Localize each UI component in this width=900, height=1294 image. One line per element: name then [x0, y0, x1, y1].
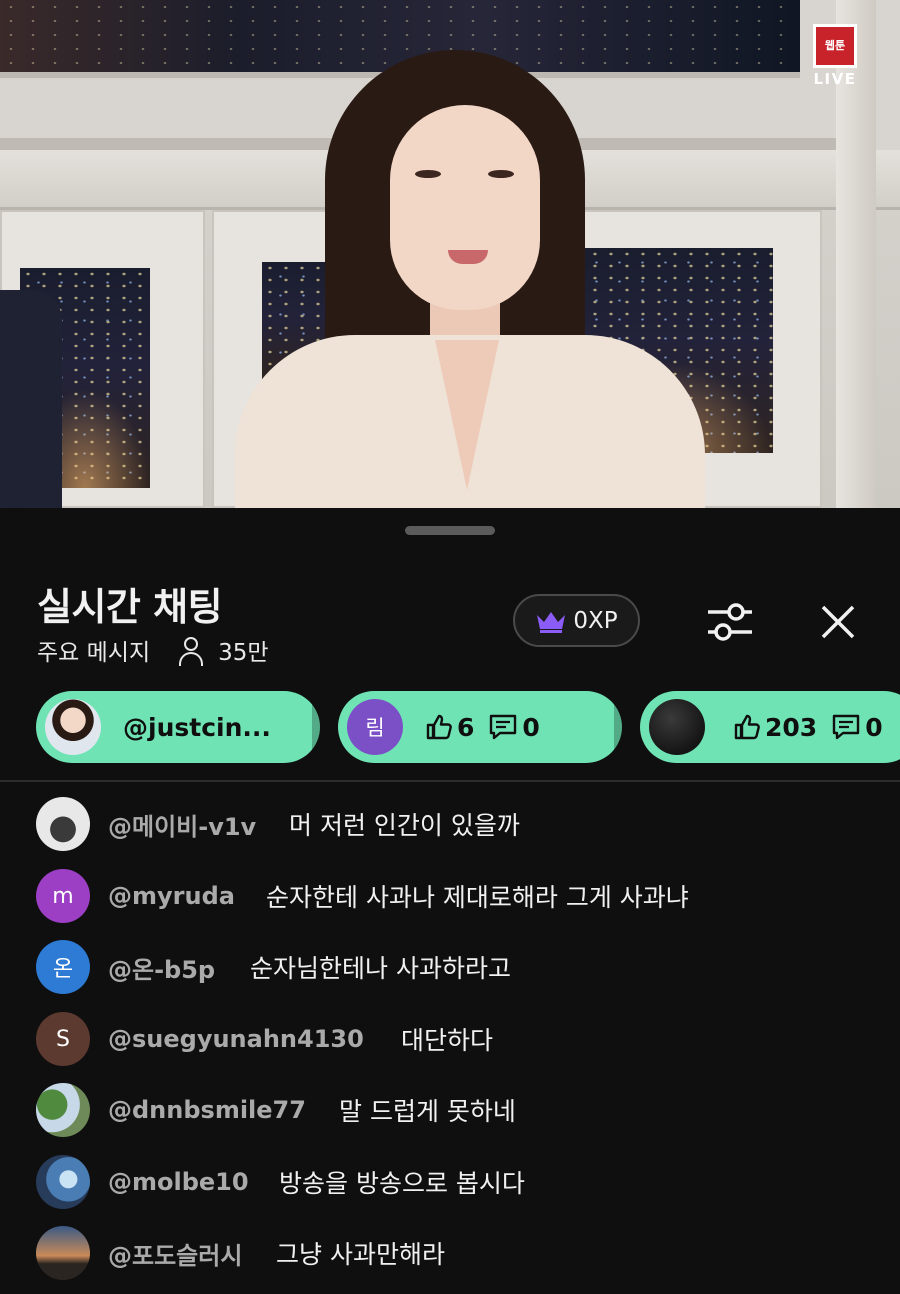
avatar: 림	[347, 699, 403, 755]
message-author[interactable]: @molbe10	[108, 1168, 249, 1196]
channel-logo-seal: 웹툰	[813, 24, 857, 68]
thumbs-up-icon	[426, 714, 452, 740]
message-author[interactable]: @suegyunahn4130	[108, 1025, 364, 1053]
thumbs-up-icon	[734, 714, 760, 740]
chat-title: 실시간 채팅	[37, 585, 223, 629]
viewer-count: 35만	[218, 640, 269, 666]
live-label: LIVE	[813, 70, 857, 88]
chat-message[interactable]: m @myruda 순자한테 사과나 제대로해라 그게 사과냐	[0, 866, 900, 926]
comment-icon	[490, 714, 517, 740]
message-text: 순자한테 사과나 제대로해라 그게 사과냐	[266, 883, 689, 912]
avatar	[649, 699, 705, 755]
message-text: 그냥 사과만해라	[276, 1240, 445, 1269]
chat-message[interactable]: @dnnbsmile77 말 드럽게 못하네	[0, 1080, 900, 1140]
avatar	[36, 797, 90, 851]
message-author[interactable]: @온-b5p	[108, 950, 215, 985]
chat-mode-dropdown[interactable]: 주요 메시지	[37, 633, 150, 667]
avatar: S	[36, 1012, 90, 1066]
avatar	[45, 699, 101, 755]
chat-message[interactable]: @molbe10 방송을 방송으로 봅시다	[0, 1152, 900, 1212]
like-count: 203	[733, 713, 817, 742]
xp-value: 0XP	[573, 607, 618, 634]
pinned-chips-row: @justcin... 림 6 0 203 0	[0, 691, 900, 765]
chat-message[interactable]: @포도슬러시 그냥 사과만해라	[0, 1223, 900, 1283]
message-author[interactable]: @포도슬러시	[108, 1236, 242, 1271]
sliders-icon	[708, 603, 752, 641]
reply-count: 0	[831, 713, 883, 742]
message-text: 순자님한테나 사과하라고	[250, 954, 511, 983]
close-chat-button[interactable]	[810, 594, 866, 650]
crown-icon	[537, 611, 566, 633]
channel-live-logo: 웹툰 LIVE	[812, 24, 858, 88]
chat-subtitle: 주요 메시지 35만	[37, 633, 269, 667]
xp-button[interactable]: 0XP	[513, 594, 640, 647]
message-author[interactable]: @메이비-v1v	[108, 807, 256, 842]
guest-shoulder	[0, 290, 62, 508]
filter-settings-button[interactable]	[702, 594, 758, 650]
chat-message[interactable]: @메이비-v1v 머 저런 인간이 있을까	[0, 794, 900, 854]
chat-message[interactable]: S @suegyunahn4130 대단하다	[0, 1009, 900, 1069]
reply-count: 0	[488, 713, 540, 742]
live-video-player[interactable]: 웹툰 LIVE	[0, 0, 900, 508]
message-author[interactable]: @dnnbsmile77	[108, 1096, 306, 1124]
pinned-chip-channel[interactable]: @justcin...	[36, 691, 320, 763]
chip-handle: @justcin...	[123, 712, 271, 742]
message-text: 머 저런 인간이 있을까	[289, 811, 520, 840]
avatar: m	[36, 869, 90, 923]
sheet-drag-handle[interactable]	[405, 526, 495, 535]
message-author[interactable]: @myruda	[108, 882, 235, 910]
avatar	[36, 1083, 90, 1137]
pinned-chip-comment[interactable]: 림 6 0	[338, 691, 622, 763]
message-text: 방송을 방송으로 봅시다	[279, 1169, 525, 1198]
avatar	[36, 1226, 90, 1280]
message-text: 대단하다	[401, 1026, 494, 1055]
host-person	[230, 50, 720, 508]
live-chat-sheet: 실시간 채팅 주요 메시지 35만 0XP @justcin... 림 6 0 …	[0, 508, 900, 1294]
close-icon	[821, 605, 855, 639]
comment-icon	[832, 714, 860, 740]
chat-message[interactable]: 온 @온-b5p 순자님한테나 사과하라고	[0, 937, 900, 997]
like-count: 6	[425, 713, 474, 742]
viewers-icon	[178, 636, 204, 666]
avatar: 온	[36, 940, 90, 994]
message-text: 말 드럽게 못하네	[339, 1097, 516, 1126]
pinned-chip-comment[interactable]: 203 0	[640, 691, 900, 763]
avatar	[36, 1155, 90, 1209]
divider	[0, 780, 900, 782]
